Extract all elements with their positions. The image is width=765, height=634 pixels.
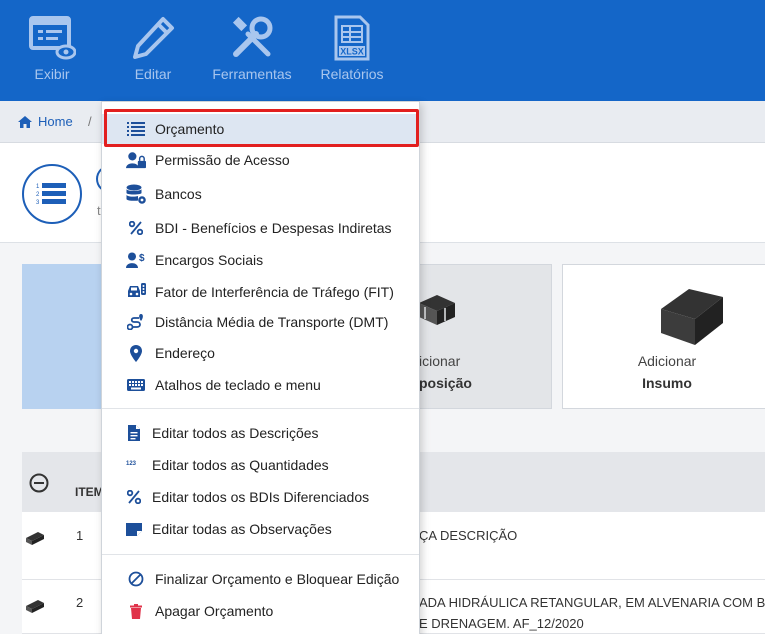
- menu-item-editar-descricoes[interactable]: Editar todos as Descrições: [102, 418, 419, 448]
- block-icon: [126, 569, 146, 589]
- menu-item-label: Editar todos os BDIs Diferenciados: [152, 489, 370, 505]
- menu-item-orcamento[interactable]: Orçamento: [102, 114, 419, 144]
- trash-icon: [126, 601, 146, 621]
- breadcrumb-home-label: Home: [38, 114, 73, 129]
- add-insumo-label: Adicionar: [637, 353, 697, 369]
- note-icon: [126, 519, 142, 539]
- menu-divider: [102, 554, 419, 555]
- toolbar-ferramentas-label: Ferramentas: [212, 66, 292, 82]
- document-icon: [126, 423, 142, 443]
- menu-item-dmt[interactable]: Distância Média de Transporte (DMT): [102, 307, 419, 337]
- svg-text:1: 1: [36, 184, 40, 190]
- menu-item-finalizar-orcamento[interactable]: Finalizar Orçamento e Bloquear Edição: [102, 564, 419, 594]
- toolbar-editar-label: Editar: [134, 66, 172, 82]
- edit-dropdown-menu: Orçamento Permissão de Acesso Bancos BDI…: [101, 101, 420, 634]
- xlsx-icon: XLSX: [334, 15, 370, 61]
- traffic-car-icon: [126, 282, 146, 302]
- pencil-icon: [133, 17, 174, 59]
- menu-item-editar-bdis[interactable]: Editar todos os BDIs Diferenciados: [102, 482, 419, 512]
- menu-divider: [102, 408, 419, 409]
- tools-icon: [232, 16, 273, 57]
- keyboard-icon: [126, 375, 146, 395]
- add-composition-card[interactable]: icionar posição: [419, 264, 552, 409]
- menu-item-bancos[interactable]: Bancos: [102, 179, 419, 209]
- toolbar-exibir-label: Exibir: [34, 66, 70, 82]
- add-insumo-card[interactable]: Adicionar Insumo: [562, 264, 765, 409]
- menu-item-permissao-acesso[interactable]: Permissão de Acesso: [102, 145, 419, 175]
- user-dollar-icon: $: [126, 250, 146, 270]
- map-pin-icon: [126, 343, 146, 363]
- view-icon: [29, 16, 76, 60]
- row-item-number: 2: [76, 595, 84, 610]
- menu-item-label: Finalizar Orçamento e Bloquear Edição: [155, 571, 400, 587]
- menu-item-label: Editar todos as Quantidades: [152, 457, 329, 473]
- brick-row-icon: [26, 532, 44, 545]
- block-cube-icon: [661, 289, 723, 345]
- menu-item-label: Endereço: [155, 345, 215, 361]
- route-icon: [126, 312, 146, 332]
- svg-text:3: 3: [36, 200, 40, 206]
- svg-text:2: 2: [36, 192, 40, 198]
- top-toolbar: Exibir Editar Ferramentas XLSX Relatório…: [0, 0, 765, 101]
- column-item-header: ITEM: [75, 485, 104, 499]
- menu-item-label: Orçamento: [155, 121, 225, 137]
- svg-text:123: 123: [126, 461, 137, 467]
- menu-item-label: Permissão de Acesso: [155, 152, 290, 168]
- brick-row-icon: [26, 600, 44, 613]
- home-icon: [18, 115, 32, 128]
- menu-item-label: Fator de Interferência de Tráfego (FIT): [155, 284, 394, 300]
- percent-icon: [126, 218, 146, 238]
- row-description-line1: ADA HIDRÁULICA RETANGULAR, EM ALVENARIA …: [419, 595, 765, 610]
- menu-item-label: Apagar Orçamento: [155, 603, 274, 619]
- menu-item-encargos-sociais[interactable]: $ Encargos Sociais: [102, 245, 419, 275]
- toolbar-relatorios-button[interactable]: XLSX Relatórios: [318, 14, 386, 82]
- menu-item-label: Bancos: [155, 186, 202, 202]
- action-card-selected[interactable]: [22, 264, 102, 409]
- percent-icon: [126, 487, 142, 507]
- menu-item-editar-quantidades[interactable]: 123 Editar todos as Quantidades: [102, 450, 419, 480]
- numbers-icon: 123: [126, 455, 142, 475]
- menu-item-editar-observacoes[interactable]: Editar todas as Observações: [102, 514, 419, 544]
- bricks-icon: [419, 295, 455, 325]
- add-composition-sub: posição: [419, 375, 472, 391]
- menu-item-bdi[interactable]: BDI - Benefícios e Despesas Indiretas: [102, 213, 419, 243]
- user-lock-icon: [126, 150, 146, 170]
- menu-item-label: Editar todas as Observações: [152, 521, 332, 537]
- list-icon: [126, 119, 146, 139]
- add-composition-label: icionar: [419, 353, 461, 369]
- menu-item-endereco[interactable]: Endereço: [102, 338, 419, 368]
- toolbar-exibir-button[interactable]: Exibir: [26, 14, 78, 82]
- row-description-line2: E DRENAGEM. AF_12/2020: [419, 616, 584, 631]
- menu-item-label: BDI - Benefícios e Despesas Indiretas: [155, 220, 392, 236]
- xlsx-badge: XLSX: [340, 47, 364, 57]
- collapse-all-icon[interactable]: [29, 473, 49, 493]
- menu-item-apagar-orcamento[interactable]: Apagar Orçamento: [102, 596, 419, 626]
- menu-item-label: Encargos Sociais: [155, 252, 264, 268]
- svg-text:$: $: [139, 253, 145, 264]
- menu-item-label: Editar todos as Descrições: [152, 425, 319, 441]
- database-gear-icon: [126, 184, 146, 204]
- row-item-number: 1: [76, 528, 84, 543]
- menu-item-label: Distância Média de Transporte (DMT): [155, 314, 389, 330]
- budget-icon: 1 2 3: [22, 164, 82, 224]
- toolbar-relatorios-label: Relatórios: [320, 66, 384, 82]
- add-insumo-sub: Insumo: [642, 375, 692, 391]
- breadcrumb-home-link[interactable]: Home: [18, 114, 73, 129]
- toolbar-editar-button[interactable]: Editar: [127, 14, 179, 82]
- menu-item-fit[interactable]: Fator de Interferência de Tráfego (FIT): [102, 277, 419, 307]
- menu-item-label: Atalhos de teclado e menu: [155, 377, 321, 393]
- row-description: ÇA DESCRIÇÃO: [419, 528, 518, 543]
- toolbar-ferramentas-button[interactable]: Ferramentas: [211, 14, 293, 82]
- breadcrumb-separator: /: [88, 114, 92, 129]
- menu-item-atalhos[interactable]: Atalhos de teclado e menu: [102, 370, 419, 400]
